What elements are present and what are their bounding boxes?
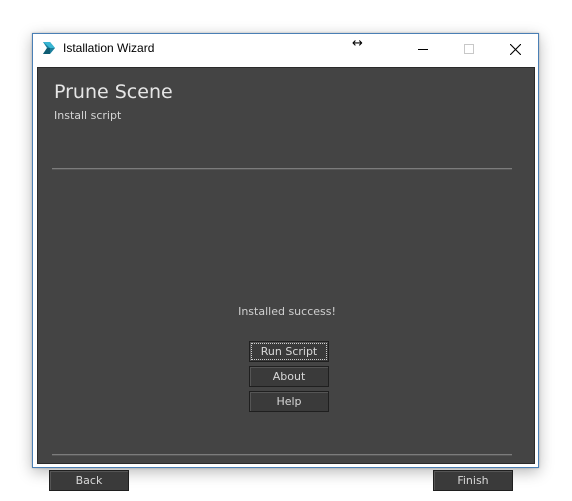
page-subtitle: Install script	[54, 109, 122, 122]
window-title: Istallation Wizard	[63, 41, 155, 55]
back-button[interactable]: Back	[49, 470, 129, 491]
maximize-button[interactable]	[446, 34, 492, 64]
maximize-icon	[464, 44, 474, 54]
close-button[interactable]	[492, 34, 538, 64]
wizard-panel: Prune Scene Install script Installed suc…	[37, 67, 535, 491]
footer-divider	[52, 454, 512, 456]
resize-cursor-icon: ↔	[352, 36, 363, 51]
about-button[interactable]: About	[249, 366, 329, 387]
help-button[interactable]: Help	[249, 391, 329, 412]
finish-button[interactable]: Finish	[433, 470, 513, 491]
minimize-icon	[418, 49, 428, 50]
minimize-button[interactable]	[400, 34, 446, 64]
status-message: Installed success!	[238, 305, 336, 318]
installer-window: Istallation Wizard ↔ Prune Scene Install…	[32, 33, 539, 491]
close-icon	[509, 43, 521, 55]
title-bar[interactable]: Istallation Wizard ↔	[33, 34, 538, 64]
run-script-button[interactable]: Run Script	[249, 341, 329, 362]
header-divider	[52, 168, 512, 170]
app-logo-icon	[43, 42, 55, 54]
page-title: Prune Scene	[54, 81, 173, 103]
